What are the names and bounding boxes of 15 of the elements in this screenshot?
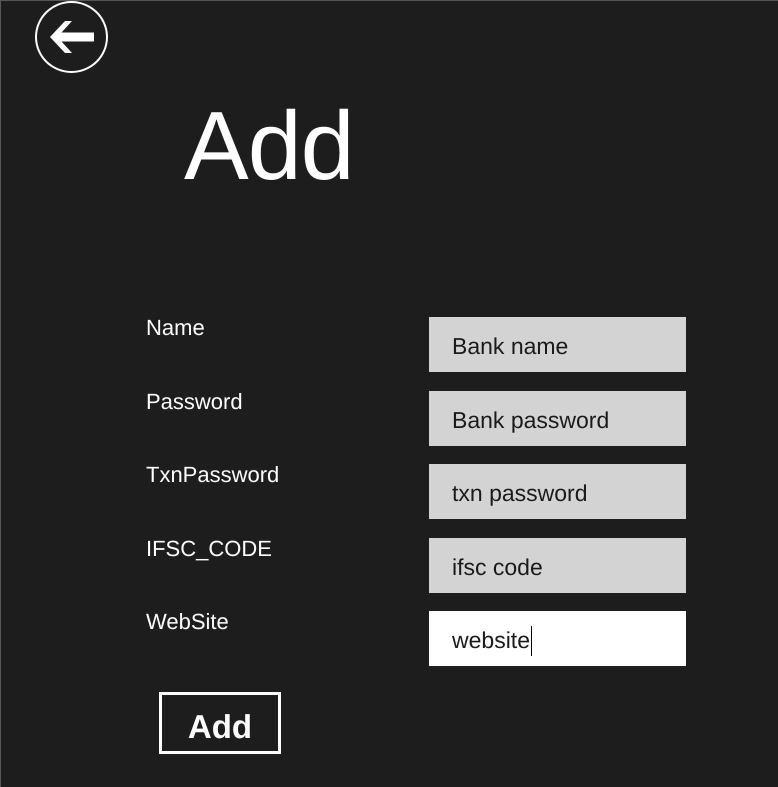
back-button[interactable] [35, 1, 108, 73]
field-label: Password [146, 390, 243, 414]
arrow-left-icon [50, 20, 94, 54]
field-label: TxnPassword [146, 463, 280, 488]
field-label: Name [146, 316, 205, 340]
field-label: IFSC_CODE [146, 536, 272, 561]
text-cursor-icon [530, 626, 532, 656]
text-field[interactable]: ifsc code [429, 538, 686, 592]
text-field[interactable]: txn password [429, 464, 686, 519]
field-label: WebSite [146, 610, 229, 634]
page-title: Add [184, 97, 354, 194]
text-field[interactable]: Bank password [429, 390, 686, 446]
text-field[interactable]: website [429, 611, 686, 666]
add-button[interactable]: Add [159, 692, 281, 754]
text-field[interactable]: Bank name [429, 317, 686, 372]
